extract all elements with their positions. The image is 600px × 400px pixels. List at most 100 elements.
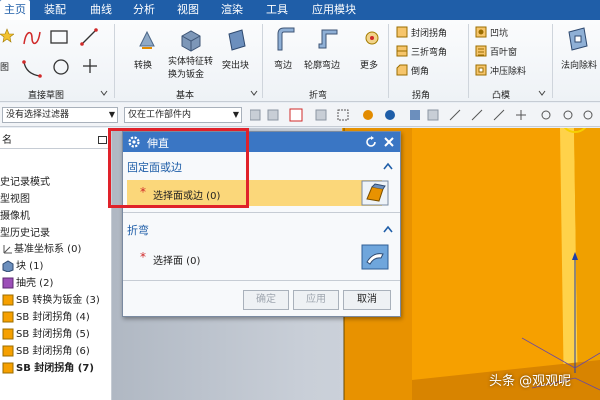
contour-flange-button[interactable]: 轮廓弯边 xyxy=(304,58,340,71)
tab-tools[interactable]: 工具 xyxy=(266,0,288,20)
group-label-basic: 基本 xyxy=(176,91,195,101)
flange-button[interactable]: 弯边 xyxy=(274,58,292,71)
required-mark: * xyxy=(140,250,146,264)
ribbon: 图 直接草图 转换 实体特征转换为钣金 突出块 基本 弯边 轮廓弯边 更多 折弯… xyxy=(0,20,600,102)
closed-corner-button[interactable]: 封闭拐角 xyxy=(411,26,447,39)
louver-icon[interactable] xyxy=(475,45,487,57)
tab-curve[interactable]: 曲线 xyxy=(90,0,112,20)
spline-icon[interactable] xyxy=(22,28,42,46)
reset-icon[interactable] xyxy=(365,136,377,148)
solid-to-sheetmetal-button[interactable]: 实体特征转换为钣金 xyxy=(168,56,220,82)
tab-application[interactable]: 应用模块 xyxy=(312,0,356,20)
circle-icon[interactable] xyxy=(52,58,70,76)
list-item[interactable]: SB 转换为钣金 (3) xyxy=(16,292,100,309)
required-mark: * xyxy=(140,185,146,199)
more-icon[interactable] xyxy=(364,30,380,46)
normal-cutout-icon[interactable] xyxy=(566,26,590,52)
contour-flange-icon[interactable] xyxy=(316,26,340,52)
type-filter-dropdown[interactable]: 没有选择过滤器 ▼ xyxy=(2,107,118,123)
select-face-edge-row[interactable]: * 选择面或边 (0) xyxy=(127,180,382,206)
chevron-down-icon[interactable] xyxy=(250,90,258,96)
tab-analysis[interactable]: 分析 xyxy=(133,0,155,20)
tab-feature-button[interactable]: 突出块 xyxy=(222,58,249,71)
toolbar-icon-strip[interactable] xyxy=(250,108,596,122)
close-icon[interactable] xyxy=(383,136,395,148)
group-label-sketch: 直接草图 xyxy=(28,91,65,101)
dimple-button[interactable]: 凹坑 xyxy=(490,26,508,39)
chevron-down-icon[interactable] xyxy=(100,90,108,96)
closed-corner-icon xyxy=(2,311,14,323)
list-item[interactable]: 基准坐标系 (0) xyxy=(14,241,81,258)
convert-icon[interactable] xyxy=(136,28,158,52)
ok-button[interactable]: 确定 xyxy=(243,290,289,310)
list-item[interactable]: SB 封闭拐角 (4) xyxy=(16,309,90,326)
select-face-row[interactable]: * 选择面 (0) xyxy=(127,245,382,271)
more-button[interactable]: 更多 xyxy=(360,58,378,71)
list-item[interactable]: 摄像机 xyxy=(0,208,30,225)
sheetmetal-feature-icon xyxy=(2,294,14,306)
drawn-cutout-icon[interactable] xyxy=(475,64,487,76)
apply-button[interactable]: 应用 xyxy=(293,290,339,310)
group-label-punch: 凸模 xyxy=(492,91,511,101)
closed-corner-icon xyxy=(2,328,14,340)
list-item[interactable]: 块 (1) xyxy=(16,258,43,275)
normal-cutout-button[interactable]: 法向除料 xyxy=(561,58,597,71)
louver-button[interactable]: 百叶窗 xyxy=(490,45,517,58)
select-bend-face-icon[interactable] xyxy=(361,244,389,270)
group-label-corner: 拐角 xyxy=(412,91,431,101)
chevron-down-icon[interactable] xyxy=(538,90,546,96)
closed-corner-icon[interactable] xyxy=(396,26,408,38)
navigator-header: 名 xyxy=(2,135,12,146)
list-item[interactable]: 型历史记录 xyxy=(0,225,50,242)
line-icon[interactable] xyxy=(80,28,98,46)
maximize-icon[interactable] xyxy=(98,136,107,144)
solid-to-sheetmetal-icon[interactable] xyxy=(178,26,204,52)
dialog-title: 伸直 xyxy=(147,137,169,150)
selection-toolbar: 没有选择过滤器 ▼ 仅在工作部件内 ▼ xyxy=(0,103,600,127)
dialog-titlebar[interactable]: 伸直 xyxy=(123,132,400,152)
block-icon xyxy=(2,260,14,272)
closed-corner-icon xyxy=(2,362,14,374)
divider xyxy=(123,280,400,281)
part-navigator: 名 史记录模式 型视图 摄像机 型历史记录 基准坐标系 (0) 块 (1) 抽壳… xyxy=(0,128,112,400)
chamfer-icon[interactable] xyxy=(396,64,408,76)
list-item[interactable]: SB 封闭拐角 (5) xyxy=(16,326,90,343)
chevron-up-icon[interactable] xyxy=(383,162,393,170)
drawn-cutout-button[interactable]: 冲压除料 xyxy=(490,64,526,77)
list-item[interactable]: 史记录模式 xyxy=(0,174,50,191)
chamfer-button[interactable]: 倒角 xyxy=(411,64,429,77)
scope-dropdown[interactable]: 仅在工作部件内 ▼ xyxy=(124,107,242,123)
list-item[interactable]: SB 封闭拐角 (6) xyxy=(16,343,90,360)
arc-icon[interactable] xyxy=(22,58,42,78)
shell-icon xyxy=(2,277,14,289)
dimple-icon[interactable] xyxy=(475,26,487,38)
closed-corner-icon xyxy=(2,345,14,357)
three-bend-corner-icon[interactable] xyxy=(396,45,408,57)
list-item[interactable]: 型视图 xyxy=(0,191,30,208)
ribbon-separator xyxy=(388,24,389,98)
tab-assembly[interactable]: 装配 xyxy=(44,0,66,20)
watermark: 头条 @观观呢 xyxy=(489,374,572,389)
cancel-button[interactable]: 取消 xyxy=(343,290,391,310)
tab-view[interactable]: 视图 xyxy=(177,0,199,20)
gear-icon xyxy=(128,136,140,148)
list-item[interactable]: SB 封闭拐角 (7) xyxy=(16,360,94,377)
tab-render[interactable]: 渲染 xyxy=(221,0,243,20)
list-item[interactable]: 抽壳 (2) xyxy=(16,275,53,292)
three-bend-corner-button[interactable]: 三折弯角 xyxy=(411,45,447,58)
point-icon[interactable] xyxy=(82,58,98,74)
chevron-up-icon[interactable] xyxy=(383,225,393,233)
sketch-label-fragment: 图 xyxy=(0,63,10,73)
section-fixed-face-edge[interactable]: 固定面或边 xyxy=(127,159,182,175)
star-icon[interactable] xyxy=(0,28,14,44)
flange-icon[interactable] xyxy=(274,26,296,52)
tab-home[interactable]: 主页 xyxy=(0,0,30,20)
chevron-down-icon: ▼ xyxy=(232,110,239,119)
tab-feature-icon[interactable] xyxy=(226,28,248,52)
rectangle-icon[interactable] xyxy=(50,30,68,44)
section-bend[interactable]: 折弯 xyxy=(127,222,149,238)
convert-button[interactable]: 转换 xyxy=(134,58,152,71)
ribbon-separator xyxy=(262,24,263,98)
select-face-icon[interactable] xyxy=(361,180,389,206)
type-filter-value: 没有选择过滤器 xyxy=(6,110,70,120)
